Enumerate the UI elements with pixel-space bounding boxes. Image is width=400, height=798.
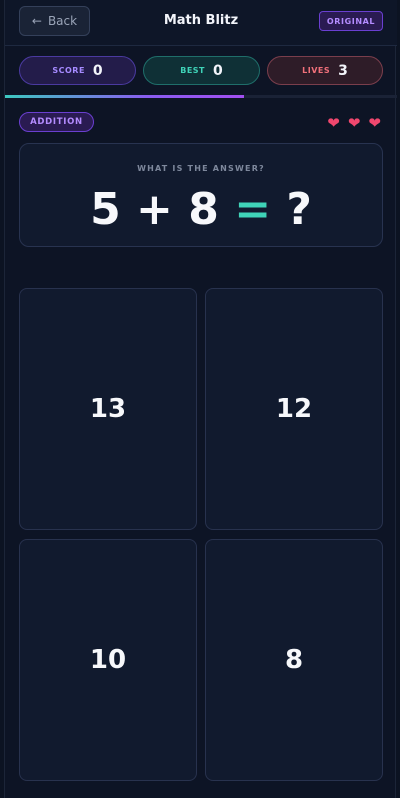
category-badge: ADDITION — [19, 112, 94, 132]
heart-icon: ❤ — [368, 114, 381, 132]
score-value: 0 — [92, 62, 103, 79]
timer-progress-bar — [5, 95, 397, 98]
lives-value: 3 — [338, 62, 348, 79]
best-label: BEST — [180, 66, 206, 75]
heart-icon: ❤ — [347, 114, 361, 132]
score-label: SCORE — [52, 66, 85, 75]
score-pill: SCORE 0 — [19, 56, 136, 85]
question-card: WHAT IS THE ANSWER? 5 + 8 = ? — [19, 143, 383, 247]
game-frame: ← Back Math Blitz ORIGINAL SCORE 0 BEST … — [4, 0, 397, 798]
timer-progress-fill — [5, 95, 245, 98]
lives-label: LIVES — [302, 66, 331, 75]
operator: + — [136, 184, 173, 235]
answer-option-4[interactable]: 8 — [205, 539, 383, 781]
heart-icon: ❤ — [327, 114, 340, 132]
best-value: 0 — [213, 62, 223, 79]
operand-a: 5 — [90, 184, 121, 235]
answer-option-1[interactable]: 13 — [19, 288, 197, 530]
best-pill: BEST 0 — [143, 56, 260, 85]
answer-option-2[interactable]: 12 — [205, 288, 383, 530]
lives-hearts: ❤ ❤ ❤ — [327, 114, 381, 132]
top-bar: ← Back Math Blitz ORIGINAL — [5, 0, 397, 46]
lives-pill: LIVES 3 — [267, 56, 383, 85]
mode-badge[interactable]: ORIGINAL — [319, 11, 383, 31]
equals-sign: = — [234, 184, 272, 235]
unknown-mark: ? — [286, 184, 312, 235]
question-prompt: WHAT IS THE ANSWER? — [137, 164, 265, 173]
equation: 5 + 8 = ? — [20, 184, 382, 235]
operand-b: 8 — [188, 184, 219, 235]
answer-option-3[interactable]: 10 — [19, 539, 197, 781]
